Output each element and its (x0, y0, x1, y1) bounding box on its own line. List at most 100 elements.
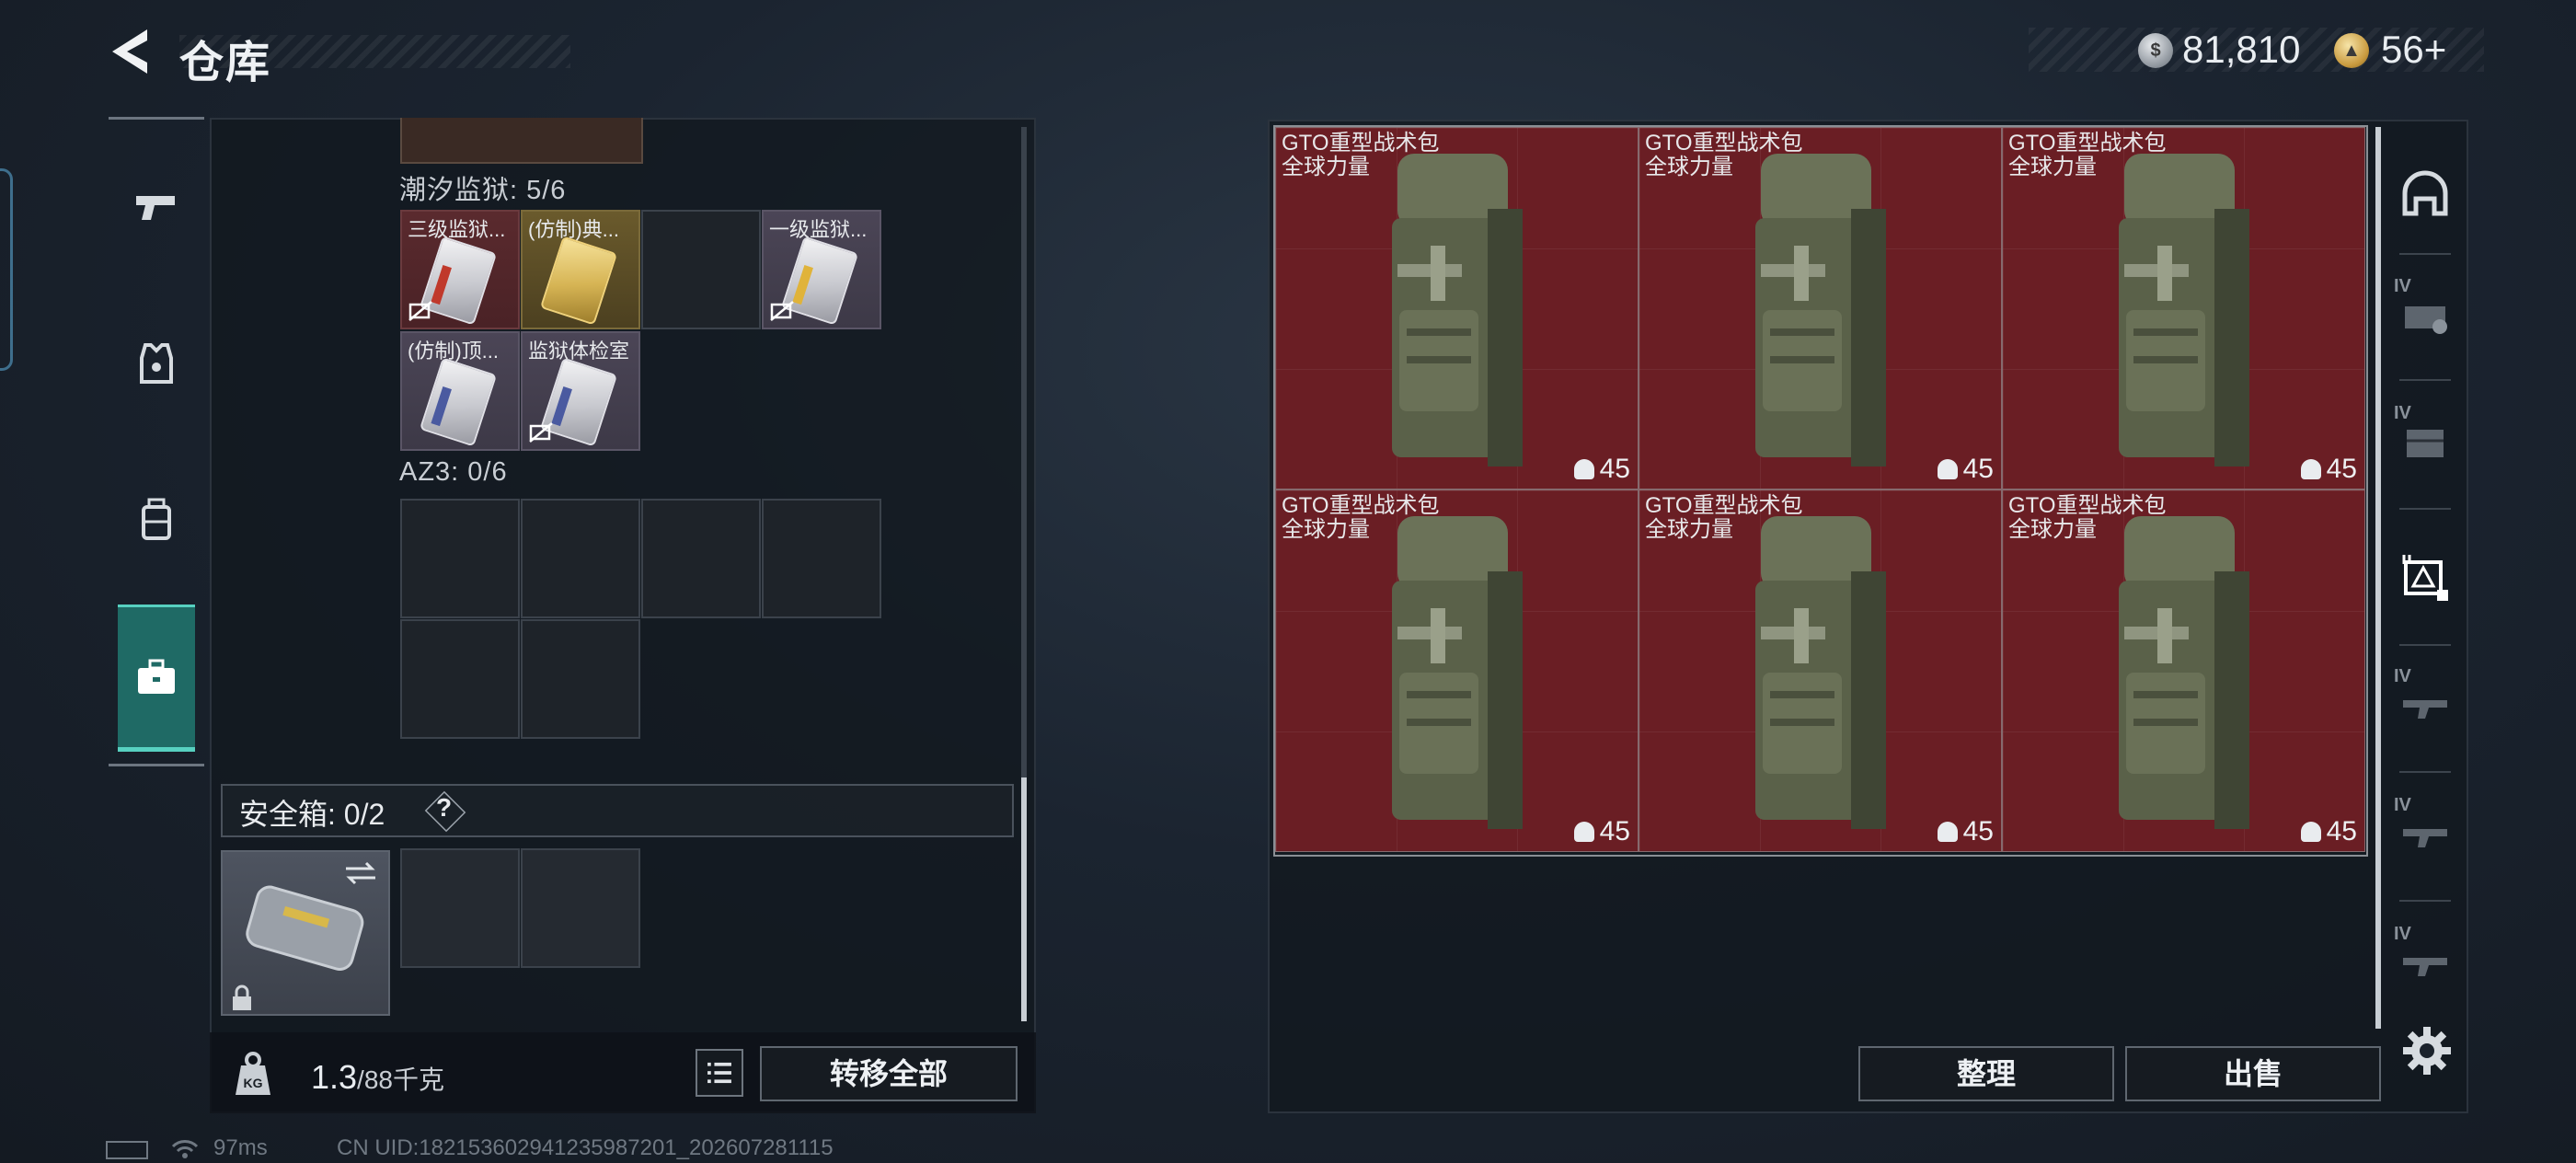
backpack-item[interactable]: GTO重型战术包 全球力量 45 (2002, 489, 2365, 852)
sort-button[interactable]: 整理 (1858, 1046, 2114, 1101)
rail-divider (109, 764, 204, 766)
bag-value: 45 (1937, 816, 1994, 847)
tier-label: IV (2394, 924, 2411, 944)
item-name: 三级监狱... (408, 218, 506, 241)
gear-icon[interactable] (2399, 1023, 2455, 1078)
rail-divider (2399, 644, 2451, 646)
item-slot[interactable]: 监狱体检室 (521, 331, 640, 451)
tactical-backpack-icon (2119, 154, 2249, 466)
bag-value-number: 45 (2326, 454, 2357, 484)
scrollbar-thumb[interactable] (1021, 777, 1027, 1021)
pistol-icon (136, 196, 175, 220)
safe-box-label: 安全箱: 0/2 (239, 798, 385, 831)
tab-armor-filter[interactable]: IV (2388, 269, 2462, 361)
swap-icon[interactable] (342, 859, 379, 887)
item-slot[interactable]: 一级监狱... (762, 210, 881, 329)
tab-weapon-filter[interactable]: IV (2388, 788, 2462, 880)
tier-label: IV (2394, 403, 2411, 423)
backpack-item[interactable]: GTO重型战术包 全球力量 45 (1275, 489, 1639, 852)
keycard-icon (539, 236, 618, 326)
bag-value: 45 (1573, 454, 1630, 485)
safe-case-icon (246, 885, 364, 971)
backpack-item[interactable]: GTO重型战术包 全球力量 45 (1639, 489, 2002, 852)
helmet-icon (1573, 822, 1594, 842)
lock-icon (233, 985, 251, 1010)
tab-rig-filter[interactable]: IV (2388, 396, 2462, 488)
safe-slot[interactable] (400, 848, 520, 968)
silver-amount: 81,810 (2182, 28, 2301, 71)
weight-max: /88千克 (357, 1065, 444, 1094)
no-drop-icon (408, 301, 432, 321)
item-slot[interactable]: (仿制)顶... (400, 331, 520, 451)
bag-value-number: 45 (1599, 454, 1630, 484)
tab-helmet-filter[interactable] (2388, 147, 2462, 239)
tab-weapon-filter[interactable]: IV (2388, 916, 2462, 1008)
weight-current: 1.3 (311, 1058, 358, 1096)
keycard-icon (419, 357, 498, 447)
backpack-item[interactable]: GTO重型战术包 全球力量 45 (2002, 127, 2365, 489)
bag-value: 45 (2300, 816, 2357, 847)
weight-kg-icon: KG (236, 1052, 270, 1095)
helmet-icon (2402, 170, 2448, 216)
tab-backpack[interactable] (118, 469, 195, 570)
empty-slot[interactable] (400, 619, 520, 739)
empty-slot[interactable] (641, 210, 761, 329)
safe-case[interactable] (221, 850, 390, 1016)
item-name: (仿制)顶... (408, 340, 499, 363)
sell-button[interactable]: 出售 (2125, 1046, 2381, 1101)
empty-slot[interactable] (521, 499, 640, 618)
backpack-item[interactable]: GTO重型战术包 全球力量 45 (1275, 127, 1639, 489)
item-slot[interactable]: (仿制)典... (521, 210, 640, 329)
chest-rig-icon (2407, 430, 2444, 457)
bag-value: 45 (2300, 454, 2357, 485)
tab-armor[interactable] (118, 313, 195, 414)
tab-backpack-filter[interactable] (2388, 532, 2462, 624)
armor-vest-icon (140, 343, 173, 384)
bag-subtitle: 全球力量 (2008, 155, 2097, 179)
rail-divider (2399, 253, 2451, 255)
item-slot[interactable]: 三级监狱... (400, 210, 520, 329)
side-drawer-handle[interactable] (0, 168, 13, 371)
weapon-tier-icon (2403, 829, 2447, 847)
empty-slot[interactable] (521, 619, 640, 739)
backpack-icon (142, 498, 171, 540)
weapon-tier-icon (2403, 700, 2447, 719)
scrollbar-track[interactable] (2375, 127, 2381, 1029)
tab-weapons[interactable] (118, 156, 195, 258)
item-name: 一级监狱... (769, 218, 868, 241)
backpack-tier-icon (2402, 555, 2448, 601)
tactical-backpack-icon (1392, 154, 1523, 466)
empty-slot[interactable] (762, 499, 881, 618)
backpack-item[interactable]: GTO重型战术包 全球力量 45 (1639, 127, 2002, 489)
battery-icon (106, 1141, 148, 1159)
ping-readout: 97ms (213, 1135, 268, 1160)
weapon-tier-icon (2403, 958, 2447, 976)
container-label: AZ3: 0/6 (399, 457, 508, 487)
helmet-icon (1937, 822, 1958, 842)
bag-value: 45 (1573, 816, 1630, 847)
bag-value-number: 45 (1962, 454, 1994, 484)
helmet-icon (1573, 459, 1594, 479)
page-title: 仓库 (179, 39, 272, 87)
bag-subtitle: 全球力量 (1645, 517, 1733, 542)
weight-readout: 1.3/88千克 (311, 1058, 444, 1097)
empty-slot[interactable] (641, 499, 761, 618)
tab-weapon-filter[interactable]: IV (2388, 659, 2462, 751)
gold-amount[interactable]: 56+ (2381, 28, 2446, 72)
bag-value: 45 (1937, 454, 1994, 485)
back-arrow-icon[interactable] (103, 24, 158, 79)
helmet-icon (1937, 459, 1958, 479)
rail-divider (109, 117, 204, 120)
no-drop-icon (529, 422, 553, 443)
empty-slot[interactable] (400, 499, 520, 618)
silver-coin-icon: $ (2138, 33, 2173, 68)
tactical-backpack-icon (1755, 516, 1886, 829)
rail-divider (2399, 771, 2451, 773)
tier-label: IV (2394, 666, 2411, 686)
safe-slot[interactable] (521, 848, 640, 968)
tactical-backpack-icon (1392, 516, 1523, 829)
transfer-all-button[interactable]: 转移全部 (760, 1046, 1018, 1101)
no-drop-icon (770, 301, 794, 321)
tab-case[interactable] (118, 605, 195, 752)
list-view-icon[interactable] (696, 1049, 743, 1097)
